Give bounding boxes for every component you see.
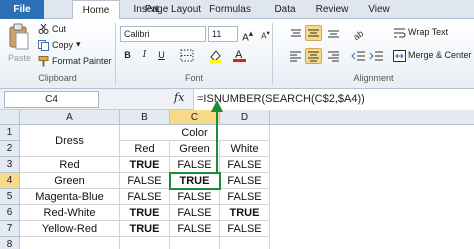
insert-function-icon[interactable]: fx — [174, 91, 184, 104]
increase-indent-icon[interactable] — [368, 49, 385, 64]
merge-center-icon[interactable] — [393, 50, 406, 62]
table-row-green-cell[interactable]: FALSE — [170, 189, 220, 205]
row-header-3[interactable]: 3 — [0, 157, 20, 173]
row-header-6[interactable]: 6 — [0, 205, 20, 221]
format-painter-button[interactable]: Format Painter — [52, 56, 112, 66]
table-row-red-cell[interactable]: FALSE — [120, 189, 170, 205]
table-row-green-cell[interactable]: FALSE — [170, 157, 220, 173]
align-center-button[interactable] — [305, 48, 322, 64]
cell-b1-color-header[interactable]: Color — [120, 125, 270, 141]
row-header-5[interactable]: 5 — [0, 189, 20, 205]
table-row-dress-cell[interactable]: Yellow-Red — [20, 221, 120, 237]
table-row-red-cell[interactable]: TRUE — [120, 157, 170, 173]
tab-page-layout[interactable]: Page Layout — [142, 0, 204, 19]
empty-cell[interactable] — [120, 237, 170, 249]
clipboard-group-label: Clipboard — [38, 73, 77, 83]
spreadsheet-grid: A B C D 1 2 3 4 5 6 7 8 Dress Color Red … — [0, 110, 474, 249]
align-left-button[interactable] — [287, 49, 304, 64]
font-size-select[interactable]: 11 — [208, 26, 238, 42]
italic-button[interactable]: I — [137, 48, 152, 63]
svg-text:ab: ab — [351, 28, 365, 41]
table-row-white-cell[interactable]: FALSE — [220, 173, 270, 189]
copy-icon[interactable] — [38, 40, 49, 51]
row-header-8[interactable]: 8 — [0, 237, 20, 249]
align-right-button[interactable] — [325, 49, 342, 64]
active-cell-c4[interactable]: TRUE — [170, 173, 220, 189]
wrap-text-icon[interactable] — [393, 26, 406, 39]
tab-formulas[interactable]: Formulas — [206, 0, 254, 19]
grow-font-button[interactable]: A▴ — [240, 26, 255, 43]
copy-dropdown-icon[interactable]: ▾ — [76, 39, 81, 50]
row-header-4[interactable]: 4 — [0, 173, 20, 189]
empty-cell[interactable] — [220, 237, 270, 249]
bold-button[interactable]: B — [120, 48, 135, 63]
ribbon-tabs: File Home Insert Page Layout Formulas Da… — [0, 0, 474, 20]
table-row-red-cell[interactable]: FALSE — [120, 173, 170, 189]
decrease-indent-icon[interactable] — [350, 49, 367, 64]
column-header-a[interactable]: A — [20, 110, 120, 125]
row-header-2[interactable]: 2 — [0, 141, 20, 157]
align-bottom-button[interactable] — [325, 25, 342, 41]
cell-c2-green-header[interactable]: Green — [170, 141, 220, 157]
row-header-7[interactable]: 7 — [0, 221, 20, 237]
alignment-group-label: Alignment — [353, 73, 394, 83]
cell-d2-white-header[interactable]: White — [220, 141, 270, 157]
ribbon: Paste Cut Copy ▾ Format Painter Clipboar… — [0, 19, 474, 89]
orientation-icon[interactable]: ab — [350, 25, 367, 41]
wrap-text-button[interactable]: Wrap Text — [408, 27, 448, 37]
empty-cell[interactable] — [20, 237, 120, 249]
table-row-green-cell[interactable]: FALSE — [170, 221, 220, 237]
font-name-select[interactable]: Calibri — [120, 26, 206, 42]
column-header-b[interactable]: B — [120, 110, 170, 125]
table-row-white-cell[interactable]: FALSE — [220, 189, 270, 205]
formula-bar: C4 fx =ISNUMBER(SEARCH(C$2,$A4)) — [0, 89, 474, 110]
underline-button[interactable]: U — [154, 48, 169, 63]
empty-cell[interactable] — [170, 237, 220, 249]
table-row-dress-cell[interactable]: Magenta-Blue — [20, 189, 120, 205]
table-row-dress-cell[interactable]: Red-White — [20, 205, 120, 221]
table-row-white-cell[interactable]: FALSE — [220, 221, 270, 237]
paste-icon[interactable] — [8, 23, 30, 51]
tab-home[interactable]: Home — [72, 0, 120, 20]
row-header-1[interactable]: 1 — [0, 125, 20, 141]
column-header-empty — [270, 110, 474, 125]
font-color-icon[interactable]: A — [232, 48, 247, 63]
tab-review[interactable]: Review — [312, 0, 352, 19]
tab-data[interactable]: Data — [270, 0, 300, 19]
paste-label[interactable]: Paste — [8, 53, 31, 63]
name-box[interactable]: C4 — [4, 91, 99, 108]
borders-icon[interactable] — [180, 49, 195, 62]
table-row-red-cell[interactable]: TRUE — [120, 221, 170, 237]
fill-color-icon[interactable] — [208, 49, 223, 63]
shrink-font-button[interactable]: A▾ — [258, 26, 273, 41]
merge-center-button[interactable]: Merge & Center — [408, 50, 472, 60]
cut-button[interactable]: Cut — [52, 24, 66, 34]
scissors-icon[interactable] — [38, 24, 49, 34]
format-painter-icon[interactable] — [38, 56, 49, 67]
table-row-white-cell[interactable]: TRUE — [220, 205, 270, 221]
select-all-corner[interactable] — [0, 110, 20, 125]
tab-file[interactable]: File — [0, 0, 44, 19]
align-middle-button[interactable] — [305, 25, 322, 41]
column-header-c[interactable]: C — [170, 110, 220, 125]
formula-input[interactable]: =ISNUMBER(SEARCH(C$2,$A4)) — [193, 89, 474, 110]
table-row-dress-cell[interactable]: Green — [20, 173, 120, 189]
table-row-green-cell[interactable]: FALSE — [170, 205, 220, 221]
copy-button[interactable]: Copy — [52, 40, 73, 50]
font-group-label: Font — [184, 73, 203, 83]
tab-view[interactable]: View — [364, 0, 394, 19]
table-row-red-cell[interactable]: TRUE — [120, 205, 170, 221]
align-top-button[interactable] — [287, 25, 302, 40]
table-row-white-cell[interactable]: FALSE — [220, 157, 270, 173]
cell-b2-red-header[interactable]: Red — [120, 141, 170, 157]
table-row-dress-cell[interactable]: Red — [20, 157, 120, 173]
column-header-d[interactable]: D — [220, 110, 270, 125]
cell-a1-dress-header[interactable]: Dress — [20, 125, 120, 157]
